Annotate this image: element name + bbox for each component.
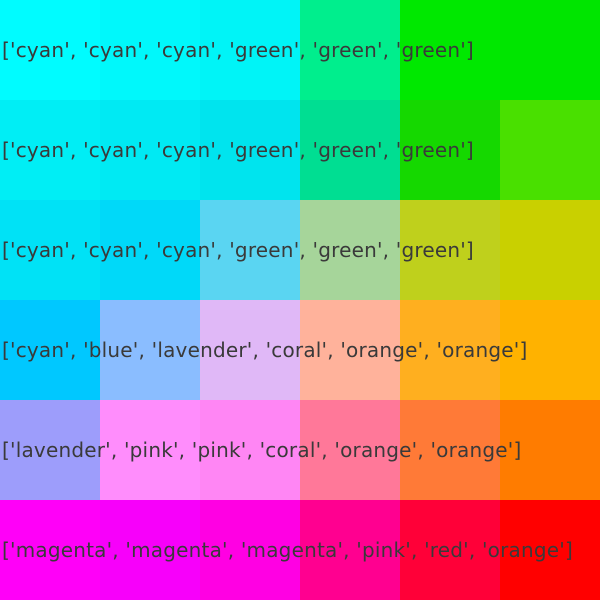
color-cell-r6-c3 (200, 500, 300, 600)
color-cell-r1-c4 (300, 0, 400, 100)
color-cell-r1-c1 (0, 0, 100, 100)
color-cell-r6-c2 (100, 500, 200, 600)
color-cell-r5-c1 (0, 400, 100, 500)
color-cell-r4-c2 (100, 300, 200, 400)
color-cell-r2-c5 (400, 100, 500, 200)
color-cell-r4-c3 (200, 300, 300, 400)
color-cell-r5-c2 (100, 400, 200, 500)
color-cell-r5-c4 (300, 400, 400, 500)
color-cell-r2-c1 (0, 100, 100, 200)
color-cell-r3-c1 (0, 200, 100, 300)
color-cell-r3-c4 (300, 200, 400, 300)
color-cell-r4-c5 (400, 300, 500, 400)
color-cell-r4-c1 (0, 300, 100, 400)
color-cell-r3-c5 (400, 200, 500, 300)
color-cell-r5-c3 (200, 400, 300, 500)
color-grid (0, 0, 600, 600)
color-cell-r5-c6 (500, 400, 600, 500)
color-cell-r3-c3 (200, 200, 300, 300)
color-cell-r1-c2 (100, 0, 200, 100)
color-cell-r4-c6 (500, 300, 600, 400)
color-cell-r6-c1 (0, 500, 100, 600)
color-cell-r3-c6 (500, 200, 600, 300)
color-cell-r4-c4 (300, 300, 400, 400)
color-cell-r3-c2 (100, 200, 200, 300)
color-cell-r1-c5 (400, 0, 500, 100)
color-cell-r2-c4 (300, 100, 400, 200)
color-cell-r1-c6 (500, 0, 600, 100)
color-cell-r2-c2 (100, 100, 200, 200)
color-cell-r6-c5 (400, 500, 500, 600)
color-cell-r2-c3 (200, 100, 300, 200)
color-cell-r5-c5 (400, 400, 500, 500)
color-cell-r1-c3 (200, 0, 300, 100)
color-cell-r6-c4 (300, 500, 400, 600)
color-cell-r2-c6 (500, 100, 600, 200)
color-grid-canvas: ['cyan', 'cyan', 'cyan', 'green', 'green… (0, 0, 600, 600)
color-cell-r6-c6 (500, 500, 600, 600)
